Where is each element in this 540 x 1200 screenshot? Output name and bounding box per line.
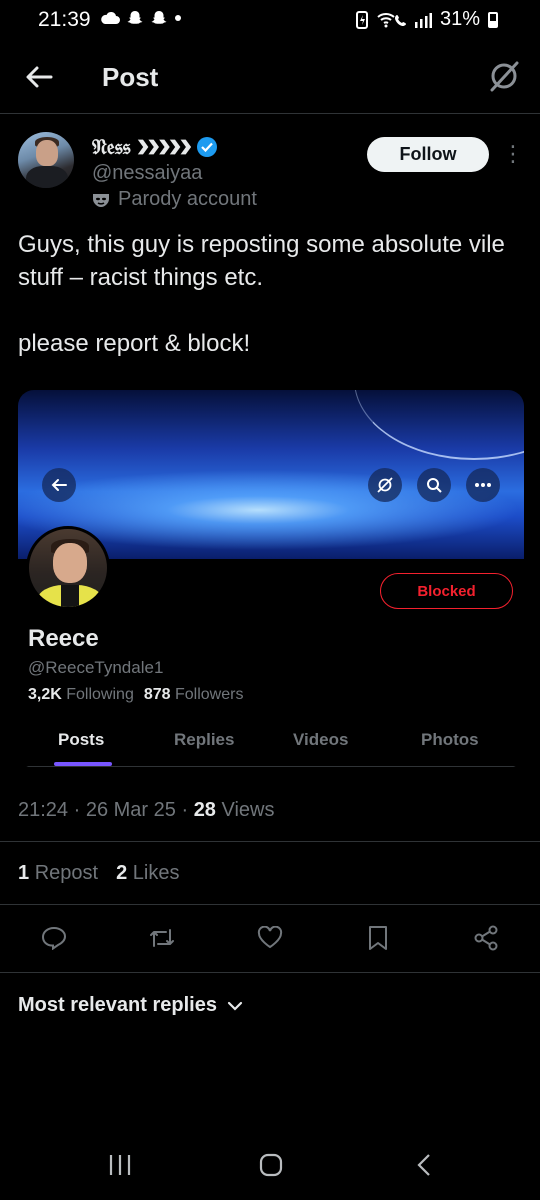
parody-label: Parody account [92,188,257,211]
tabs-divider [18,766,524,767]
grok-icon [490,61,519,92]
meta-divider [0,841,540,842]
reply-button[interactable] [40,924,68,952]
post-text: Guys, this guy is reposting some absolut… [18,228,524,360]
author-name-row[interactable]: 𝔑𝔢𝔰𝔰 ❯❯❯❯❯ [92,134,218,160]
repost-button[interactable] [148,924,176,952]
views-count: 28 [193,799,216,821]
replies-sort-label: Most relevant replies [18,994,217,1016]
like-button[interactable] [256,924,284,952]
back-nav-button[interactable] [404,1150,444,1180]
image-more-icon [466,468,500,502]
back-button[interactable] [22,60,56,94]
post-actions [0,918,540,958]
actions-divider [0,972,540,973]
profile-name: Reece [28,625,99,652]
system-icons: 31% [355,8,498,31]
recents-icon [109,1155,131,1175]
engagement-stats: 1 Repost 2 Likes [18,862,179,885]
top-app-bar: Post [0,46,540,108]
chevron-left-icon [417,1154,430,1176]
grok-button[interactable] [486,58,522,94]
repost-icon [150,929,174,947]
reply-icon [41,926,67,950]
blocked-button: Blocked [380,573,513,609]
profile-handle: @ReeceTyndale1 [28,658,164,677]
post-text-line: please report & block! [18,330,251,357]
post-text-line: Guys, this guy is reposting some absolut… [18,231,505,291]
wifi-call-icon [377,12,406,27]
dot-icon [175,15,181,21]
tab-replies: Replies [174,730,235,749]
tab-videos: Videos [293,730,349,749]
share-button[interactable] [472,924,500,952]
more-options-icon[interactable]: ⋮ [502,140,524,170]
snapchat-icon [127,11,143,24]
status-time: 21:39 [38,8,91,31]
post-image[interactable]: Blocked Reece @ReeceTyndale1 3,2K Follow… [18,390,524,768]
replies-sort-dropdown[interactable]: Most relevant replies [18,994,243,1017]
bookmark-icon [369,926,387,950]
views-label: Views [221,799,275,821]
post-date: 26 Mar 25 [85,799,176,821]
bookmark-button[interactable] [364,924,392,952]
page-title: Post [102,62,159,92]
profile-avatar [26,526,110,610]
engage-divider [0,904,540,905]
chevron-down-icon [227,1001,243,1011]
battery-icon [488,11,498,28]
follow-button[interactable]: Follow [367,137,489,172]
home-button[interactable] [251,1150,291,1180]
image-back-icon [42,468,76,502]
home-icon [259,1153,283,1177]
author-name: 𝔑𝔢𝔰𝔰 ❯❯❯❯❯ [92,134,192,159]
moon-graphic [354,390,524,460]
battery-percent: 31% [439,8,480,30]
post-meta: 21:24 · 26 Mar 25 · 28 Views [18,799,275,821]
reposts-stat[interactable]: 1 Repost [18,862,98,885]
signal-icon [414,12,432,28]
profile-tabs: Posts Replies Videos Photos [18,720,524,766]
likes-stat[interactable]: 2 Likes [116,862,179,885]
notification-icons [100,9,182,27]
tab-posts: Posts [58,730,105,749]
profile-stats: 3,2K Following 878 Followers [28,686,243,704]
status-bar: 21:39 31% [0,0,540,40]
followers-stat: 878 Followers [143,686,244,703]
system-nav-bar [0,1130,540,1200]
share-icon [474,925,498,951]
cloud-icon [101,11,120,24]
arrow-left-icon [26,66,53,88]
post-time: 21:24 [18,799,69,821]
image-search-icon [417,468,451,502]
tab-photos: Photos [421,730,479,749]
following-stat: 3,2K Following [28,686,134,703]
heart-icon [257,926,283,949]
author-handle[interactable]: @nessaiyaa [92,162,202,185]
recents-button[interactable] [100,1150,140,1180]
verified-badge-icon [197,137,218,157]
snapchat-icon [151,11,167,24]
mask-icon [93,193,109,207]
image-grok-icon [368,468,402,502]
parody-label-text: Parody account [118,188,257,210]
battery-saver-icon [355,10,368,29]
header-divider [0,113,540,114]
author-avatar[interactable] [18,132,74,188]
